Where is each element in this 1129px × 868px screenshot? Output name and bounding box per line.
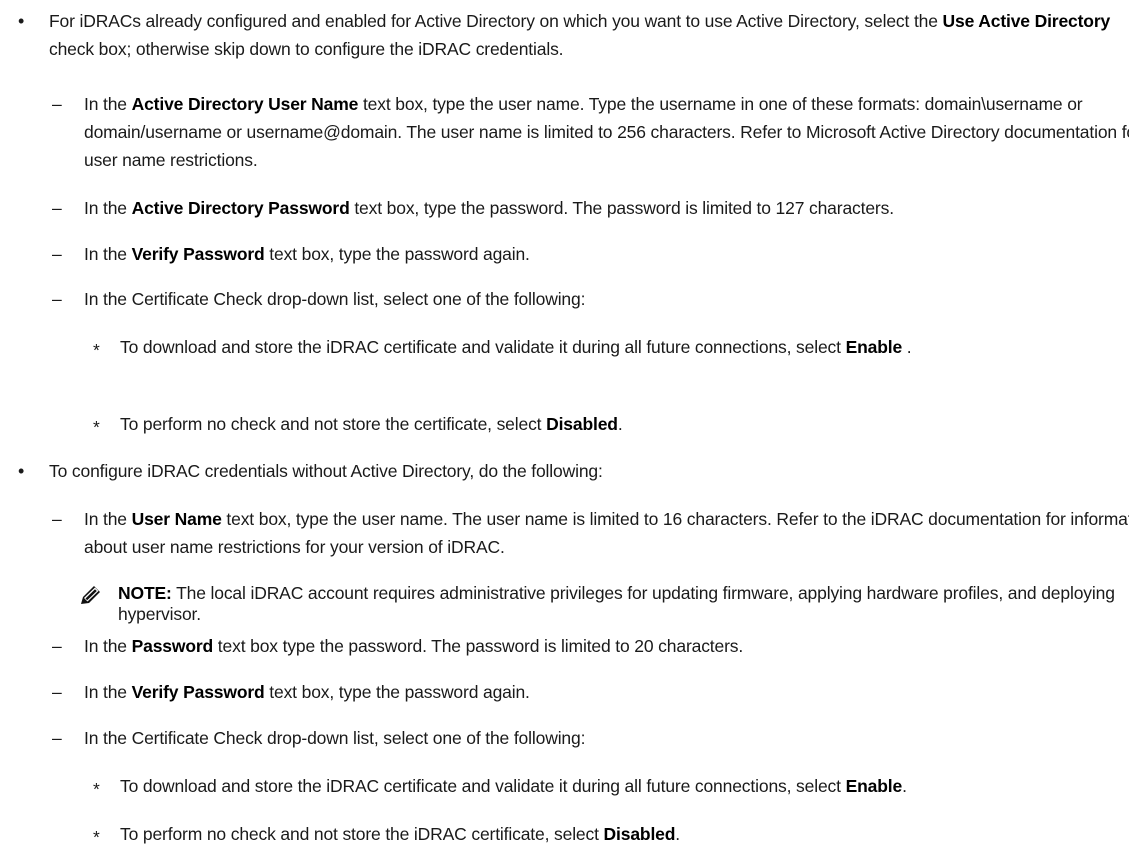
dash-marker: –	[52, 244, 62, 264]
list-item-active-directory: • For iDRACs already configured and enab…	[0, 7, 1129, 63]
note-label: NOTE:	[118, 583, 172, 603]
ui-term-disabled: Disabled	[546, 414, 618, 434]
text-segment: .	[902, 776, 907, 796]
text-segment: To download and store the iDRAC certific…	[120, 776, 846, 796]
note-block: NOTE: The local iDRAC account requires a…	[0, 583, 1129, 625]
dash-marker: –	[52, 728, 62, 748]
bullet-marker: •	[18, 461, 25, 481]
text-segment: text box, type the user name. The user n…	[84, 509, 1129, 557]
ui-term-ad-user-name: Active Directory User Name	[131, 94, 359, 114]
text-segment: To perform no check and not store the iD…	[120, 824, 604, 844]
text-segment: .	[902, 337, 912, 357]
dash-marker: –	[52, 509, 62, 529]
ui-term-password: Password	[131, 636, 214, 656]
asterisk-marker: *	[93, 417, 100, 437]
text-segment: To download and store the iDRAC certific…	[120, 337, 846, 357]
step-ad-certificate-check: – In the Certificate Check drop-down lis…	[0, 285, 1129, 313]
text-segment: In the	[84, 509, 132, 529]
document-body: • For iDRACs already configured and enab…	[0, 0, 1129, 868]
ui-term-user-name: User Name	[131, 509, 222, 529]
step-local-password: – In the Password text box type the pass…	[0, 632, 1129, 660]
dash-marker: –	[52, 636, 62, 656]
text-segment: To configure iDRAC credentials without A…	[49, 461, 603, 481]
dash-marker: –	[52, 289, 62, 309]
step-ad-verify-password: – In the Verify Password text box, type …	[0, 240, 1129, 268]
ui-term-use-active-directory: Use Active Directory	[942, 11, 1111, 31]
step-ad-user-name: – In the Active Directory User Name text…	[0, 90, 1129, 174]
text-segment: .	[617, 414, 623, 434]
asterisk-marker: *	[93, 827, 100, 847]
dash-marker: –	[52, 94, 62, 114]
ui-term-verify-password: Verify Password	[131, 682, 265, 702]
text-segment: In the	[84, 636, 132, 656]
option-local-enable: * To download and store the iDRAC certif…	[0, 772, 1129, 800]
text-segment: In the	[84, 198, 132, 218]
text-segment: To perform no check and not store the ce…	[120, 414, 547, 434]
text-segment: In the	[84, 244, 132, 264]
dash-marker: –	[52, 682, 62, 702]
ui-term-enable: Enable	[845, 776, 903, 796]
text-segment: In the	[84, 94, 132, 114]
text-segment: In the Certificate Check drop-down list,…	[84, 728, 586, 748]
option-local-disabled: * To perform no check and not store the …	[0, 820, 1129, 848]
ui-term-verify-password: Verify Password	[131, 244, 265, 264]
ui-term-enable: Enable	[845, 337, 903, 357]
bullet-marker: •	[18, 11, 25, 31]
text-segment: For iDRACs already configured and enable…	[49, 11, 943, 31]
text-segment: text box, type the password again.	[264, 682, 530, 702]
list-item-local-credentials: • To configure iDRAC credentials without…	[0, 457, 1129, 485]
step-local-certificate-check: – In the Certificate Check drop-down lis…	[0, 724, 1129, 752]
option-ad-disabled: * To perform no check and not store the …	[0, 410, 1129, 438]
text-segment: text box, type the password again.	[264, 244, 530, 264]
text-segment: The local iDRAC account requires adminis…	[118, 583, 1115, 624]
asterisk-marker: *	[93, 340, 100, 360]
step-local-verify-password: – In the Verify Password text box, type …	[0, 678, 1129, 706]
step-ad-password: – In the Active Directory Password text …	[0, 194, 1129, 222]
text-segment: .	[675, 824, 681, 844]
ui-term-disabled: Disabled	[603, 824, 676, 844]
text-segment: check box; otherwise skip down to config…	[49, 39, 564, 59]
step-local-user-name: – In the User Name text box, type the us…	[0, 505, 1129, 561]
text-segment: In the	[84, 682, 132, 702]
dash-marker: –	[52, 198, 62, 218]
text-segment: text box type the password. The password…	[213, 636, 744, 656]
asterisk-marker: *	[93, 779, 100, 799]
text-segment: text box, type the password. The passwor…	[349, 198, 894, 218]
text-segment: In the Certificate Check drop-down list,…	[84, 289, 586, 309]
ui-term-ad-password: Active Directory Password	[131, 198, 350, 218]
note-pencil-icon	[80, 585, 102, 605]
option-ad-enable: * To download and store the iDRAC certif…	[0, 333, 1129, 361]
